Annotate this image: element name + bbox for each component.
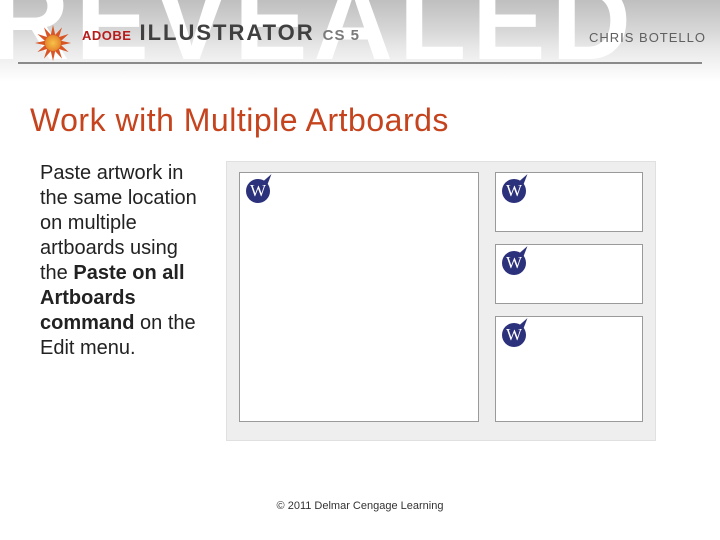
banner-author: CHRIS BOTELLO	[589, 30, 706, 45]
artboard-3: W	[495, 244, 643, 304]
brand-product: ILLUSTRATOR	[139, 22, 314, 44]
paste-mark-letter: W	[250, 181, 266, 201]
artboard-4: W	[495, 316, 643, 422]
brand-version: CS 5	[323, 28, 360, 43]
slide-body: Work with Multiple Artboards Paste artwo…	[0, 82, 720, 441]
paste-mark-icon: W	[502, 251, 526, 275]
paste-mark-letter: W	[506, 181, 522, 201]
paste-mark-icon: W	[502, 179, 526, 203]
artboard-1: W	[239, 172, 479, 422]
page-title: Work with Multiple Artboards	[30, 102, 690, 139]
paste-mark-icon: W	[246, 179, 270, 203]
description-text: Paste artwork in the same location on mu…	[30, 161, 208, 361]
paste-mark-letter: W	[506, 253, 522, 273]
footer-copyright: © 2011 Delmar Cengage Learning	[0, 500, 720, 512]
sunburst-icon	[32, 22, 74, 64]
artboard-2: W	[495, 172, 643, 232]
brand-group: ADOBE ILLUSTRATOR CS 5	[32, 22, 360, 64]
artboards-figure: W W W W	[226, 161, 656, 441]
content-row: Paste artwork in the same location on mu…	[30, 161, 690, 441]
title-banner: REVEALED ADOBE ILLUSTRATOR CS 5 CHRIS BO…	[0, 0, 720, 82]
banner-rule	[18, 62, 702, 64]
paste-mark-letter: W	[506, 325, 522, 345]
brand-vendor: ADOBE	[82, 29, 131, 42]
paste-mark-icon: W	[502, 323, 526, 347]
